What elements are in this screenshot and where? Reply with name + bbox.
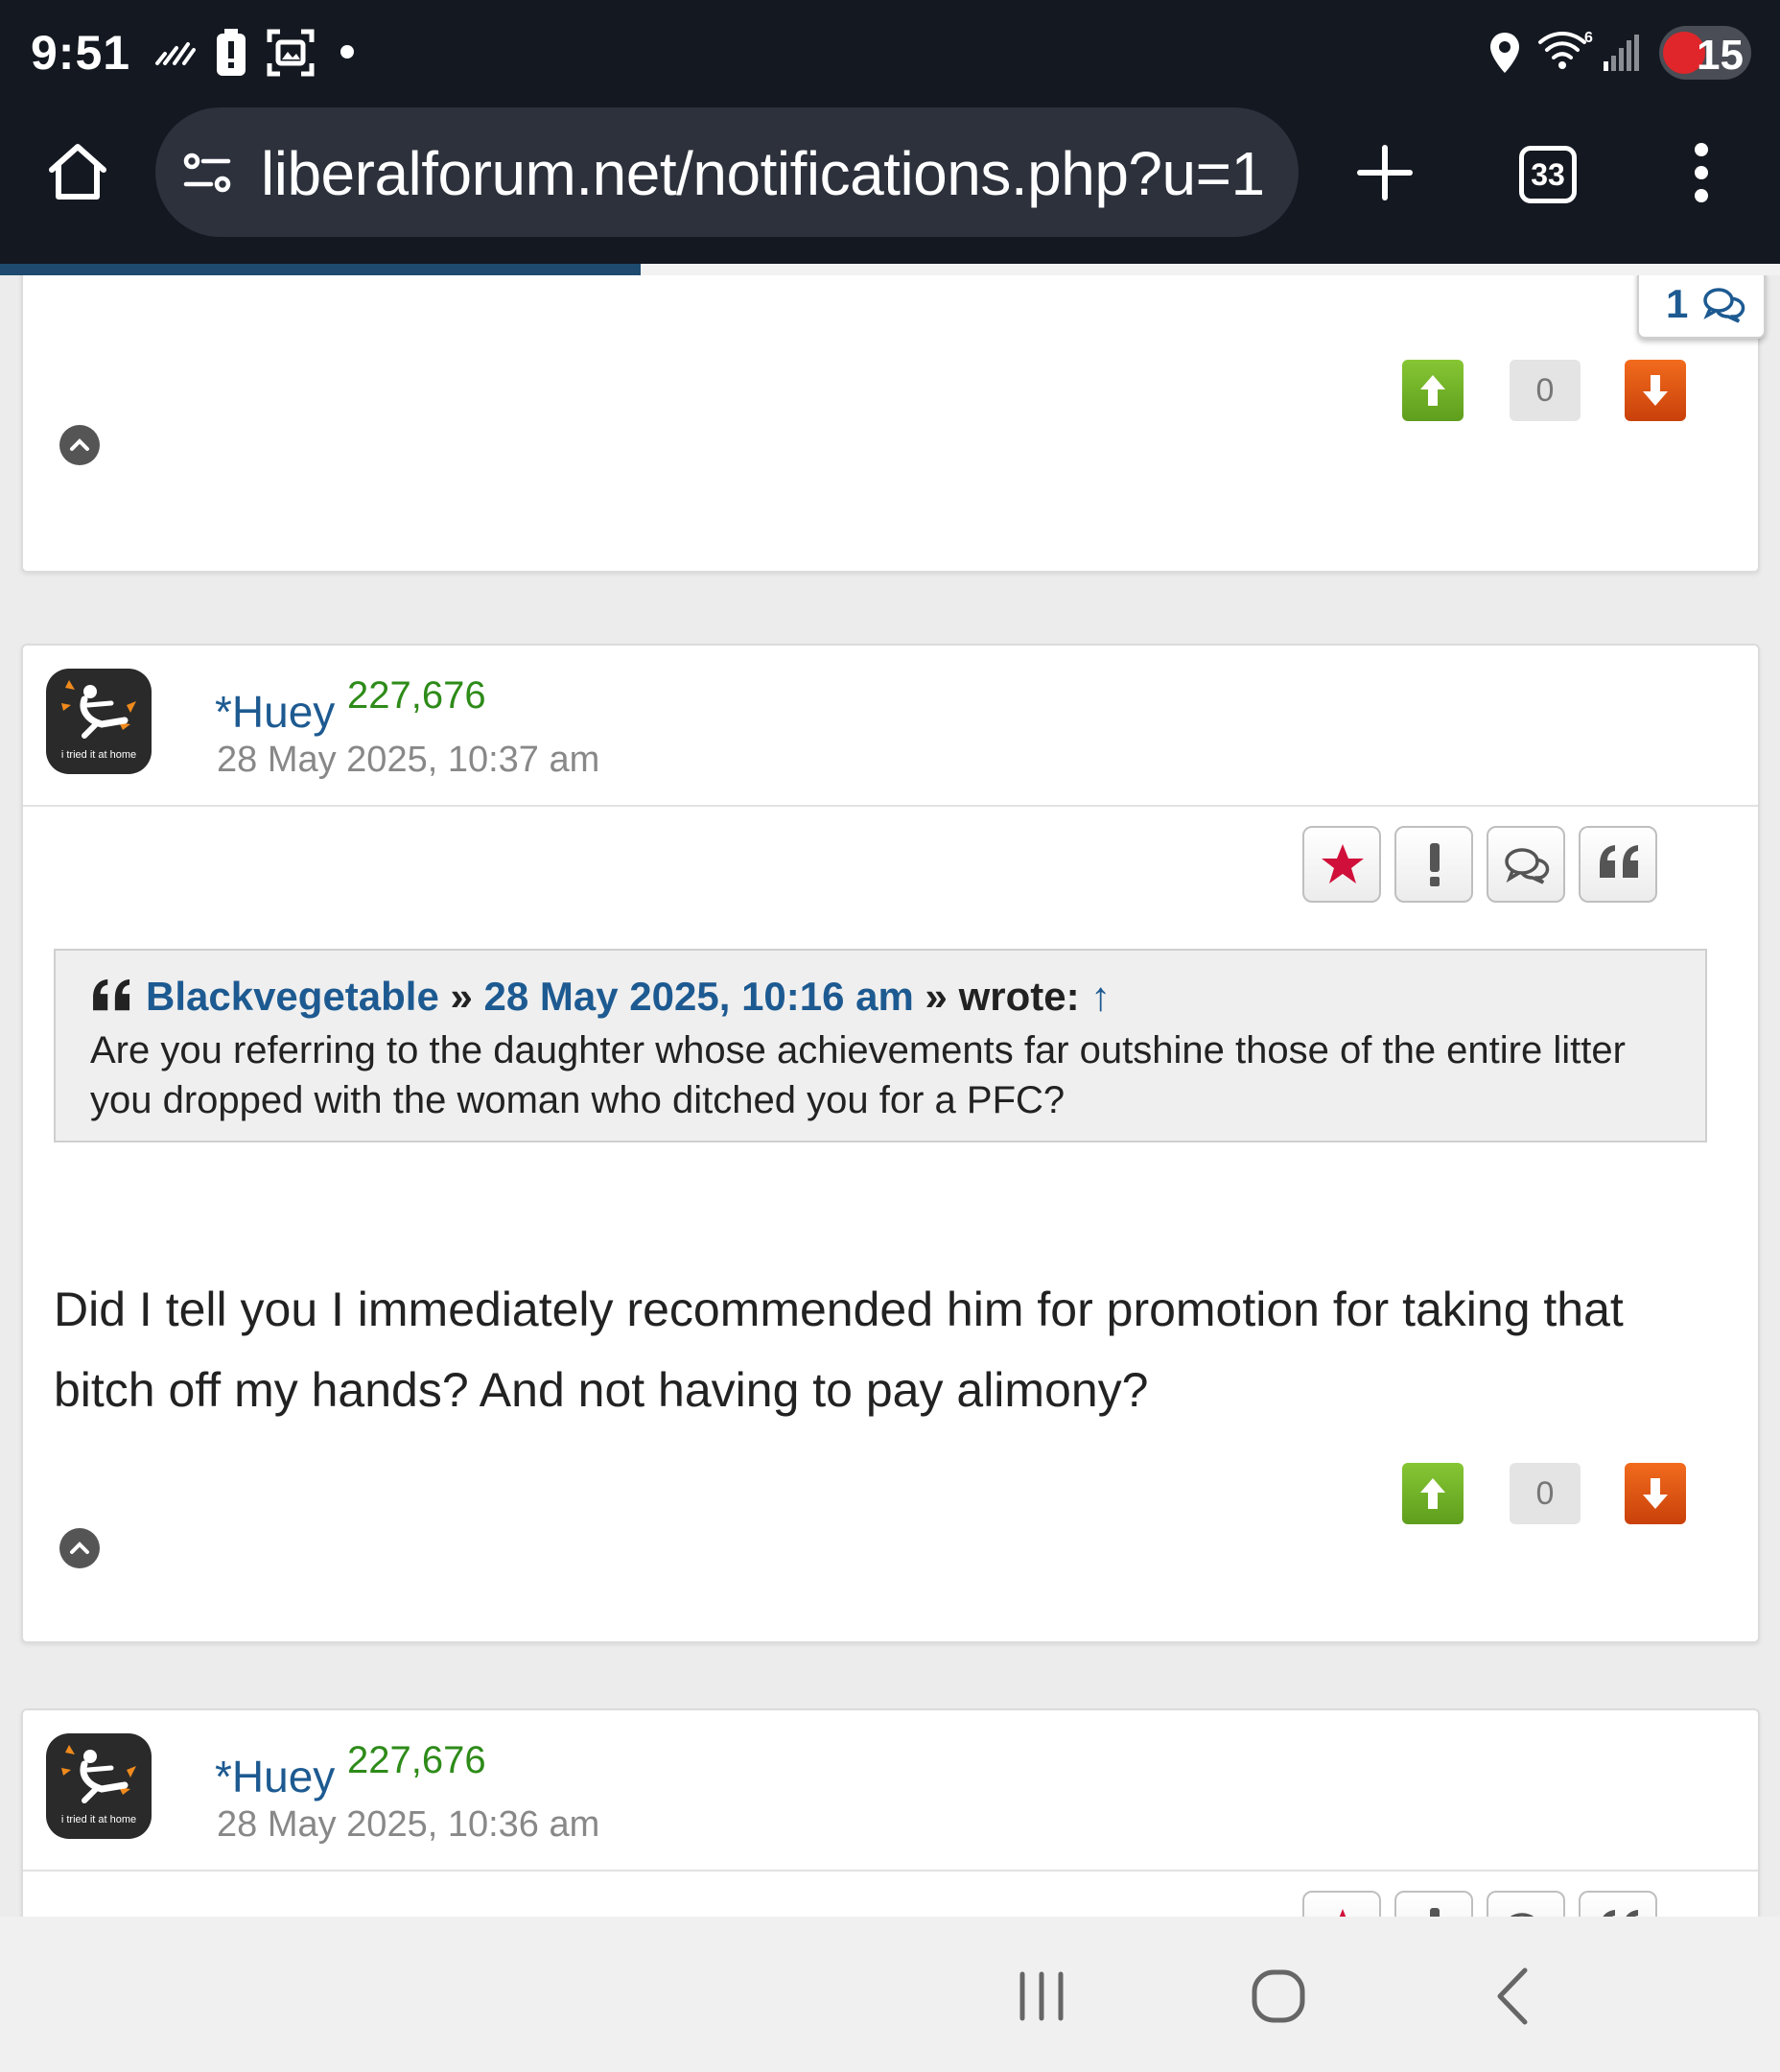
scroll-to-top-button[interactable] xyxy=(59,425,100,465)
avatar-caption: i tried it at home xyxy=(60,749,137,761)
post-card: i tried it at home *Huey 227,676 28 May … xyxy=(21,1708,1760,1917)
post-card: i tried it at home *Huey 227,676 28 May … xyxy=(21,644,1760,1643)
report-button[interactable] xyxy=(1394,826,1473,903)
report-button[interactable] xyxy=(1394,1891,1473,1917)
avatar-figure-icon xyxy=(61,680,136,739)
address-bar[interactable]: liberalforum.net/notifications.php?u=1 xyxy=(155,107,1299,237)
scroll-to-top-button[interactable] xyxy=(59,1528,100,1568)
quote-author-link[interactable]: Blackvegetable xyxy=(146,974,439,1019)
quote-text: Are you referring to the daughter whose … xyxy=(90,1029,1626,1121)
battery-level: 15 xyxy=(1697,32,1744,79)
dot-icon xyxy=(340,45,354,59)
user-points: 227,676 xyxy=(347,674,486,717)
no-signal-icon xyxy=(155,42,196,65)
cell-signal-icon xyxy=(1604,35,1639,71)
post-header: i tried it at home *Huey 227,676 28 May … xyxy=(23,646,1758,807)
favorite-button[interactable] xyxy=(1302,826,1381,903)
post-body: Did I tell you I immediately recommended… xyxy=(54,1283,1624,1417)
favorite-button[interactable] xyxy=(1302,1891,1381,1917)
reply-icon xyxy=(1505,848,1550,884)
quote-button[interactable] xyxy=(1579,1891,1657,1917)
svg-text:6: 6 xyxy=(1584,30,1593,46)
status-time: 9:51 xyxy=(31,26,131,80)
home-icon[interactable] xyxy=(46,141,109,202)
system-nav-bar xyxy=(0,1917,1780,2072)
quote-separator: » xyxy=(450,974,473,1019)
quote-wrote-label: wrote: xyxy=(958,974,1080,1019)
quote-block: Blackvegetable » 28 May 2025, 10:16 am »… xyxy=(54,949,1707,1142)
post-card: 1 0 xyxy=(21,275,1766,573)
screenshot-icon xyxy=(267,29,315,77)
downvote-button[interactable] xyxy=(1625,360,1686,421)
tabs-icon[interactable]: 33 xyxy=(1519,146,1577,203)
home-nav-icon[interactable] xyxy=(1251,1968,1306,2024)
reply-button[interactable] xyxy=(1487,826,1565,903)
upvote-button[interactable] xyxy=(1402,1463,1464,1524)
page-load-progress xyxy=(0,264,1780,275)
quote-date-link[interactable]: 28 May 2025, 10:16 am xyxy=(484,974,914,1019)
comment-count: 1 xyxy=(1666,281,1689,326)
chevron-up-icon xyxy=(70,1542,89,1554)
favorite-icon xyxy=(1322,844,1364,883)
report-icon xyxy=(1430,1908,1440,1917)
arrow-down-icon xyxy=(1643,1478,1668,1509)
reply-button[interactable] xyxy=(1487,1891,1565,1917)
favorite-icon xyxy=(1339,1909,1347,1917)
post-timestamp: 28 May 2025, 10:37 am xyxy=(217,740,600,780)
recents-icon[interactable] xyxy=(1017,1970,1066,2022)
report-icon xyxy=(1430,843,1440,886)
post-timestamp: 28 May 2025, 10:36 am xyxy=(217,1804,600,1845)
arrow-down-icon xyxy=(1643,375,1668,406)
quote-source-link[interactable]: ↑ xyxy=(1090,974,1111,1019)
site-settings-icon[interactable] xyxy=(182,152,232,194)
downvote-button[interactable] xyxy=(1625,1463,1686,1524)
quote-button[interactable] xyxy=(1579,826,1657,903)
user-points: 227,676 xyxy=(347,1739,486,1781)
vote-count: 0 xyxy=(1510,360,1581,421)
battery-indicator: 15 xyxy=(1659,26,1751,80)
wifi-6-icon: 6 xyxy=(1538,30,1593,69)
avatar[interactable]: i tried it at home xyxy=(46,669,152,774)
back-icon[interactable] xyxy=(1492,1966,1531,2026)
avatar-caption: i tried it at home xyxy=(60,1814,137,1825)
avatar[interactable]: i tried it at home xyxy=(46,1733,152,1839)
quote-icon xyxy=(1603,1910,1638,1917)
browser-toolbar: liberalforum.net/notifications.php?u=1 3… xyxy=(0,106,1780,264)
more-menu-icon[interactable] xyxy=(1692,142,1711,203)
upvote-button[interactable] xyxy=(1402,360,1464,421)
arrow-up-icon xyxy=(1420,375,1445,406)
avatar-figure-icon xyxy=(61,1745,136,1803)
location-icon xyxy=(1490,33,1519,73)
post-header: i tried it at home *Huey 227,676 28 May … xyxy=(23,1710,1758,1872)
username-link[interactable]: *Huey xyxy=(215,1751,335,1802)
quote-icon xyxy=(1600,845,1638,878)
new-tab-icon[interactable] xyxy=(1356,144,1414,201)
battery-alert-icon xyxy=(217,29,246,76)
chevron-up-icon xyxy=(70,438,89,451)
notifications-feed[interactable]: 1 0 i tried it at home *Huey 227,676 28 … xyxy=(0,275,1780,1917)
quote-separator: » xyxy=(925,974,948,1019)
username-link[interactable]: *Huey xyxy=(215,686,335,738)
quote-header: Blackvegetable » 28 May 2025, 10:16 am »… xyxy=(90,974,1111,1020)
url-text: liberalforum.net/notifications.php?u=1 xyxy=(261,139,1265,208)
vote-count: 0 xyxy=(1510,1463,1581,1524)
arrow-up-icon xyxy=(1420,1478,1445,1509)
comments-icon xyxy=(1703,288,1745,323)
page-load-progress-fill xyxy=(0,264,642,275)
status-bar: 9:51 6 15 xyxy=(0,0,1780,106)
quote-mark-icon xyxy=(93,978,130,1011)
comment-count-button[interactable]: 1 xyxy=(1637,275,1766,339)
